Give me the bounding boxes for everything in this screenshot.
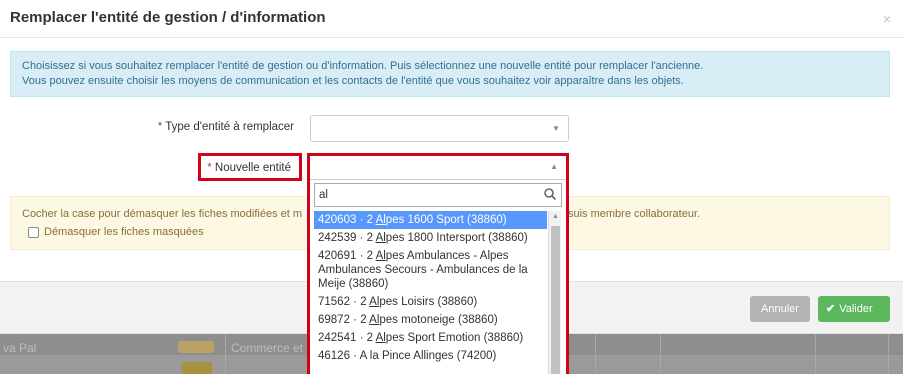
validate-button-label: Valider <box>839 303 873 315</box>
dropdown-result-item[interactable]: 242539 · 2 Alpes 1800 Intersport (38860) <box>314 229 547 247</box>
result-text: 242539 · 2 <box>318 232 376 244</box>
background-cell-divider <box>888 334 889 374</box>
result-text: pes 1600 Sport (38860) <box>385 214 507 226</box>
dropdown-results-list: 420603 · 2 Alpes 1600 Sport (38860) 24253… <box>314 211 547 365</box>
background-badge <box>178 341 214 353</box>
warning-text-right: suis membre collaborateur. <box>568 208 701 220</box>
type-entity-label: * Type d'entité à remplacer <box>158 121 294 133</box>
close-icon[interactable]: × <box>883 11 891 27</box>
dropdown-result-item[interactable]: 242541 · 2 Alpes Sport Emotion (38860) <box>314 329 547 347</box>
check-icon: ✔ <box>826 303 836 315</box>
result-match: Al <box>375 232 386 244</box>
result-text: 420691 · 2 <box>318 250 376 262</box>
background-cell-text: va Pal <box>3 341 37 355</box>
dropdown-search-value: al <box>319 189 328 201</box>
modal-title: Remplacer l'entité de gestion / d'inform… <box>10 9 326 26</box>
unmask-checkbox[interactable] <box>28 226 39 238</box>
dropdown-result-item[interactable]: 69872 · 2 Alpes motoneige (38860) <box>314 311 547 329</box>
new-entity-label-text: Nouvelle entité <box>214 162 291 174</box>
scrollbar-thumb[interactable] <box>551 226 560 374</box>
dropdown-search-input[interactable]: al <box>314 183 562 207</box>
unmask-checkbox-label: Démasquer les fiches masquées <box>44 226 204 238</box>
scroll-up-icon[interactable]: ▲ <box>552 213 559 220</box>
result-match: Al <box>375 332 386 344</box>
background-cell-divider <box>815 334 816 374</box>
background-cell-divider <box>225 334 226 374</box>
new-entity-select[interactable]: ▲ <box>310 156 566 180</box>
background-cell-text: Commerce et s <box>231 341 313 355</box>
info-alert: Choisissez si vous souhaitez remplacer l… <box>10 51 890 97</box>
required-mark: * <box>157 121 163 133</box>
background-cell-divider <box>660 334 661 374</box>
background-badge <box>182 362 212 374</box>
required-mark: * <box>207 162 212 174</box>
result-text: pes motoneige (38860) <box>379 314 498 326</box>
modal-header: Remplacer l'entité de gestion / d'inform… <box>0 0 903 38</box>
dropdown-result-item[interactable]: 420691 · 2 Alpes Ambulances - Alpes Ambu… <box>314 247 547 293</box>
result-match: Al <box>369 296 380 308</box>
warning-text-left: Cocher la case pour démasquer les fiches… <box>22 208 303 220</box>
type-entity-label-text: Type d'entité à remplacer <box>165 121 294 133</box>
info-line-1: Choisissez si vous souhaitez remplacer l… <box>22 60 704 72</box>
chevron-up-icon: ▲ <box>550 162 558 171</box>
result-text: pes Sport Emotion (38860) <box>385 332 524 344</box>
result-text: 69872 · 2 <box>318 314 370 326</box>
unmask-checkbox-row[interactable]: Démasquer les fiches masquées <box>28 226 204 238</box>
result-text: pes 1800 Intersport (38860) <box>385 232 528 244</box>
result-text: 71562 · 2 <box>318 296 370 308</box>
new-entity-label: * Nouvelle entité <box>207 162 291 174</box>
chevron-down-icon: ▼ <box>552 124 560 133</box>
dropdown-result-item[interactable]: 420603 · 2 Alpes 1600 Sport (38860) <box>314 211 547 229</box>
search-icon <box>544 188 557 201</box>
new-entity-label-highlight: * Nouvelle entité <box>198 153 302 181</box>
cancel-button[interactable]: Annuler <box>750 296 810 322</box>
result-text: 46126 · A la Pince Allinges (74200) <box>318 350 497 362</box>
dropdown-scrollbar[interactable]: ▲ <box>548 211 561 374</box>
result-text: 242541 · 2 <box>318 332 376 344</box>
result-text: pes Loisirs (38860) <box>379 296 478 308</box>
background-cell-divider <box>595 334 596 374</box>
validate-button[interactable]: ✔ Valider <box>818 296 890 322</box>
info-line-2: Vous pouvez ensuite choisir les moyens d… <box>22 75 684 87</box>
result-match: Al <box>369 314 380 326</box>
result-text: 420603 · 2 <box>318 214 376 226</box>
type-entity-select[interactable]: ▼ <box>310 115 569 142</box>
result-match: Al <box>375 250 386 262</box>
dropdown-result-item[interactable]: 46126 · A la Pince Allinges (74200) <box>314 347 547 365</box>
dropdown-result-item[interactable]: 71562 · 2 Alpes Loisirs (38860) <box>314 293 547 311</box>
result-match: Al <box>375 214 386 226</box>
